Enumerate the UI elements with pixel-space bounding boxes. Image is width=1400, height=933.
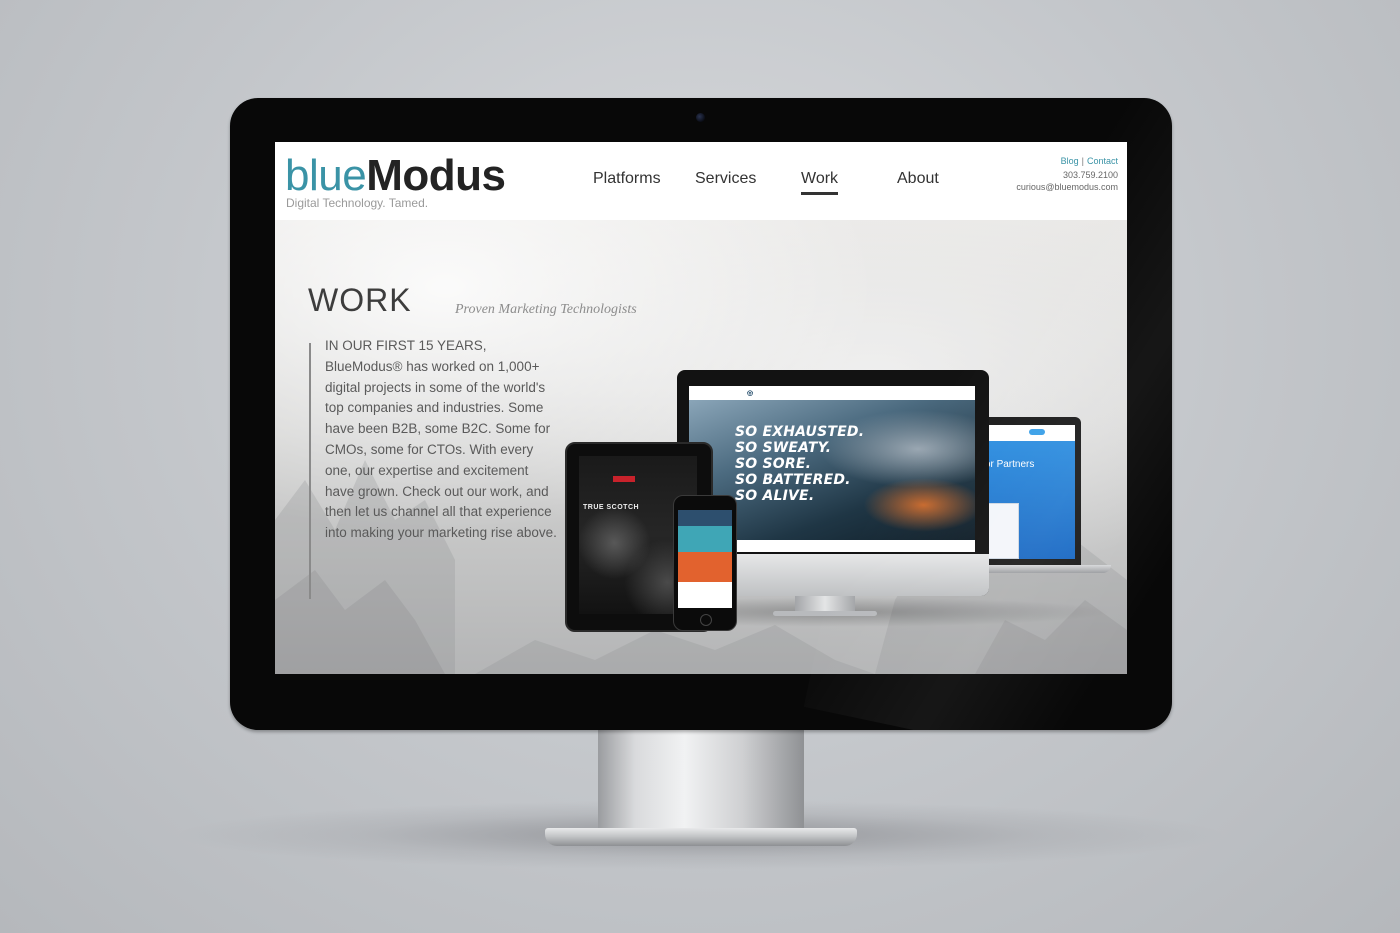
work-intro-text: IN OUR FIRST 15 YEARS, BlueModus® has wo… [325, 338, 557, 541]
phone-screen [678, 510, 732, 608]
monitor-bezel: blueModus Digital Technology. Tamed. Pla… [230, 98, 1172, 730]
blog-link[interactable]: Blog [1061, 156, 1079, 166]
phone-device [673, 495, 737, 631]
monitor-stand-base [545, 828, 857, 846]
phone-number[interactable]: 303.759.2100 [1063, 170, 1118, 180]
headline-line: SO SWEATY. [735, 440, 832, 456]
tablet-red-tag [613, 476, 635, 482]
tablet-headline: TRUE SCOTCH [583, 504, 640, 511]
nav-work[interactable]: Work [801, 170, 839, 195]
desktop-device-foot [773, 611, 877, 616]
desktop-device-nav: ◎ [689, 386, 975, 401]
desktop-device-headline: SO EXHAUSTED. SO SWEATY. SO SORE. SO BAT… [735, 424, 864, 504]
page-title: WORK [308, 282, 412, 318]
headline-line: SO BATTERED. [735, 472, 851, 488]
logo-modus-word: Modus [366, 151, 506, 200]
laptop-nav-pill [1029, 429, 1045, 435]
nav-about[interactable]: About [897, 170, 939, 192]
device-showcase-image: nt for Partners ◎ SO EXHAUSTED. SO SWEAT… [563, 335, 1123, 635]
headline-line: SO EXHAUSTED. [735, 424, 865, 440]
headline-line: SO SORE. [735, 456, 812, 472]
site-header: blueModus Digital Technology. Tamed. Pla… [275, 142, 1127, 220]
phone-header [678, 510, 732, 526]
phone-orange-band [678, 552, 732, 582]
contact-link[interactable]: Contact [1087, 156, 1118, 166]
email-address[interactable]: curious@bluemodus.com [1016, 182, 1118, 192]
headline-line: SO ALIVE. [735, 488, 815, 504]
monitor-stand-neck [598, 728, 804, 833]
site-tagline: Digital Technology. Tamed. [286, 196, 429, 210]
desktop-device-logo-icon: ◎ [747, 390, 754, 397]
body-accent-rule [309, 343, 311, 599]
site-logo[interactable]: blueModus [285, 150, 506, 202]
webcam-icon [696, 113, 705, 122]
home-button-icon [700, 614, 712, 626]
logo-blue-word: blue [285, 151, 367, 200]
utility-links: Blog | Contact [1061, 156, 1118, 166]
monitor-screen: blueModus Digital Technology. Tamed. Pla… [275, 142, 1127, 674]
phone-teal-band [678, 526, 732, 552]
page-subtitle: Proven Marketing Technologists [455, 302, 637, 317]
nav-services[interactable]: Services [695, 170, 756, 192]
util-separator: | [1081, 156, 1084, 166]
nav-platforms[interactable]: Platforms [593, 170, 661, 192]
work-hero: WORK Proven Marketing Technologists IN O… [275, 220, 1127, 674]
